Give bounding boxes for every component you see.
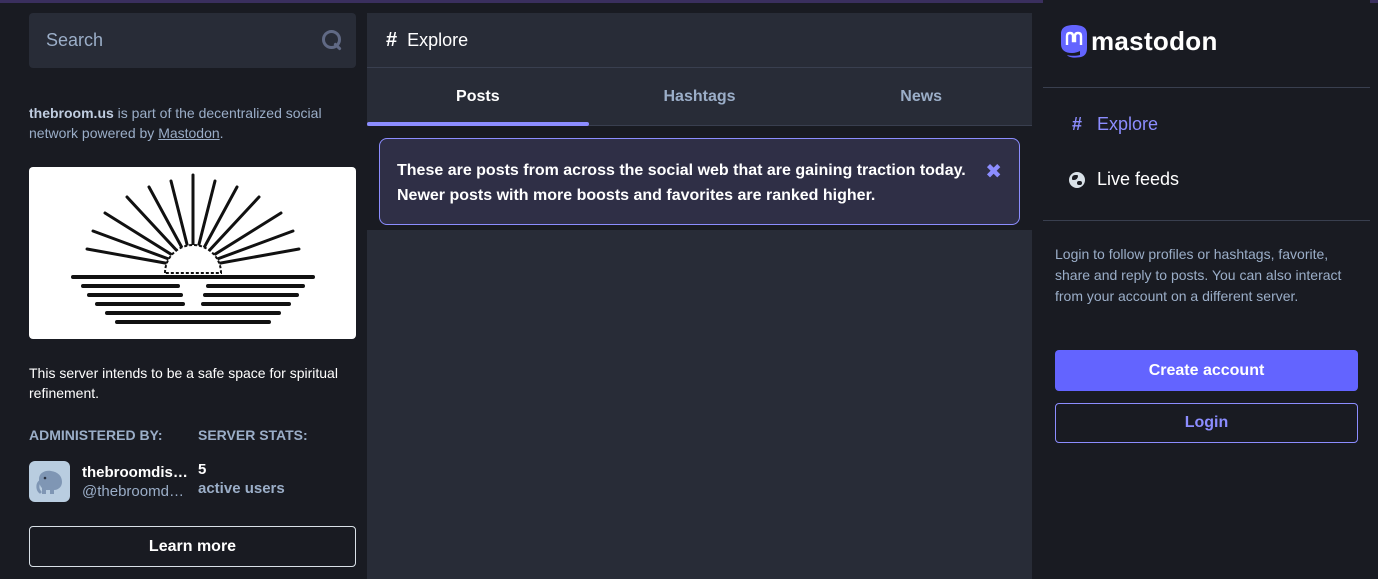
active-users-label: active users (198, 480, 285, 497)
server-description: This server intends to be a safe space f… (29, 365, 338, 401)
hashtag-icon: # (386, 28, 398, 51)
tab-news[interactable]: News (810, 68, 1032, 125)
search-icon[interactable] (322, 29, 344, 52)
active-users-count: 5 (198, 461, 207, 478)
mastodon-link[interactable]: Mastodon (158, 125, 219, 141)
server-banner-image (29, 167, 356, 339)
mastodon-wordmark: mastodon (1091, 25, 1218, 56)
server-stats-section: SERVER STATS: 5 active users (198, 427, 308, 502)
search-placeholder: Search (46, 30, 104, 50)
admin-names: thebroomdis… @thebroomd… (82, 464, 190, 500)
create-account-button[interactable]: Create account (1055, 350, 1358, 391)
divider (1043, 87, 1370, 88)
nav-explore-label: Explore (1097, 114, 1159, 134)
mastodon-logo-icon (1061, 25, 1087, 58)
about-end: . (219, 125, 224, 141)
signup-prompt: Login to follow profiles or hashtags, fa… (1055, 246, 1342, 304)
info-line-1: These are posts from across the social w… (397, 162, 966, 179)
close-icon[interactable]: ✖ (985, 160, 1002, 185)
column-title: Explore (407, 29, 469, 50)
server-domain: thebroom.us (29, 105, 114, 121)
server-about: thebroom.us is part of the decentralized… (29, 103, 356, 143)
explore-info-banner: These are posts from across the social w… (379, 138, 1020, 225)
hashtag-icon: # (1071, 114, 1082, 134)
globe-icon-wrap (1067, 171, 1087, 188)
nav-live-feeds[interactable]: Live feeds (1067, 169, 1179, 190)
explore-tabs: Posts Hashtags News (367, 68, 1032, 126)
admin-display-name[interactable]: thebroomdis… (82, 464, 190, 481)
administered-by-section: ADMINISTERED BY: thebroomdis… @thebroomd… (29, 427, 198, 502)
globe-icon (1069, 171, 1085, 188)
avatar[interactable] (29, 461, 70, 502)
tab-hashtags[interactable]: Hashtags (589, 68, 811, 125)
search-input[interactable]: Search (29, 13, 356, 68)
learn-more-button[interactable]: Learn more (29, 526, 356, 567)
login-button[interactable]: Login (1055, 403, 1358, 443)
server-meta: ADMINISTERED BY: thebroomdis… @thebroomd… (29, 427, 356, 502)
nav-live-feeds-label: Live feeds (1097, 169, 1180, 189)
mastodon-logo[interactable]: mastodon (1059, 24, 1218, 58)
admin-account-handle[interactable]: @thebroomd… (82, 483, 190, 500)
elephant-icon (35, 470, 62, 494)
explore-column: # Explore Posts Hashtags News These are … (367, 13, 1032, 579)
server-stats-label: SERVER STATS: (198, 427, 308, 443)
column-header: # Explore (367, 13, 1032, 68)
active-users-stat: 5 active users (198, 461, 308, 497)
nav-explore[interactable]: # Explore (1067, 114, 1158, 135)
info-line-2: Newer posts with more boosts and favorit… (397, 187, 876, 204)
tab-posts[interactable]: Posts (367, 68, 589, 126)
left-sidebar: Search thebroom.us is part of the decent… (29, 13, 356, 567)
sunrise-illustration (70, 173, 315, 324)
administered-by-label: ADMINISTERED BY: (29, 427, 163, 443)
divider (1043, 220, 1370, 221)
admin-account-card[interactable]: thebroomdis… @thebroomd… (29, 461, 198, 502)
navigation-panel: mastodon # Explore Live feeds Login to f… (1043, 0, 1370, 579)
feed-empty-area (367, 230, 1032, 579)
